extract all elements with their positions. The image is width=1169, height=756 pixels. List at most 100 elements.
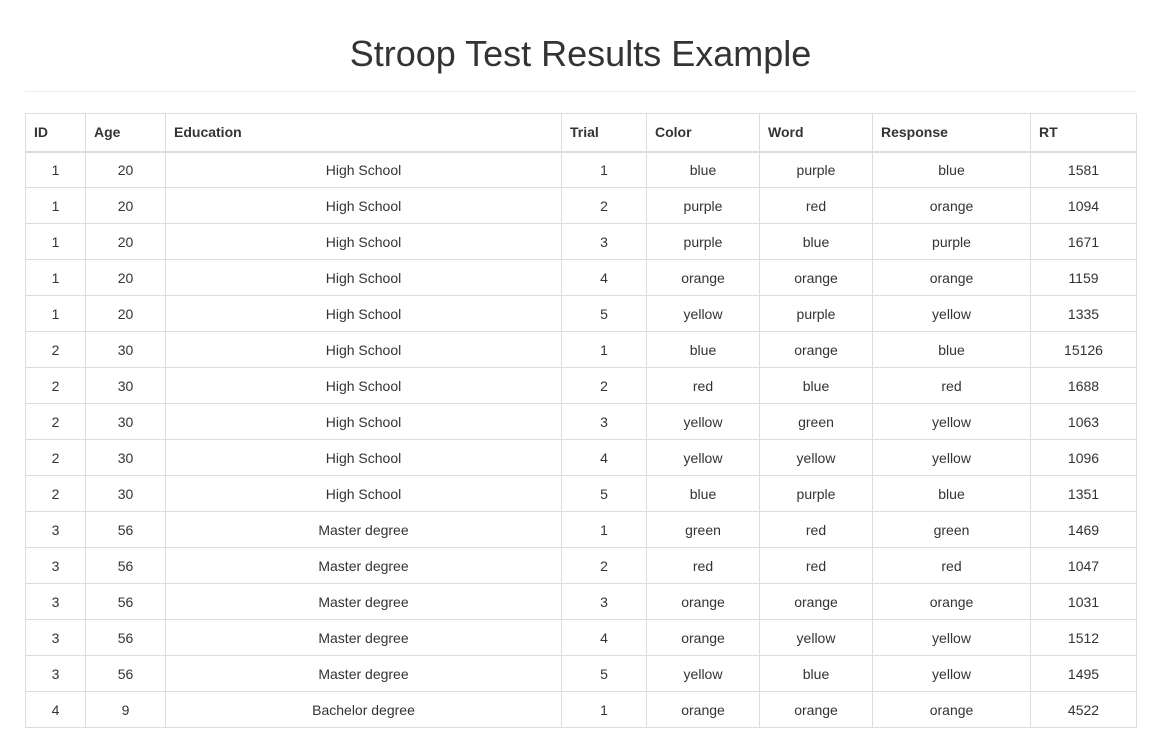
cell-trial: 3 <box>561 403 647 440</box>
table-row: 3 56 Master degree 5 yellow blue yellow 1495 <box>25 655 1137 692</box>
cell-color: orange <box>646 691 760 728</box>
cell-rt: 1581 <box>1030 151 1137 188</box>
cell-word: orange <box>759 691 873 728</box>
cell-color: orange <box>646 619 760 656</box>
cell-age: 56 <box>85 583 166 620</box>
table-header: ID Age Education Trial Color Word Respon… <box>25 113 1137 153</box>
cell-age: 56 <box>85 619 166 656</box>
cell-word: purple <box>759 295 873 332</box>
cell-id: 3 <box>25 547 86 584</box>
cell-rt: 1671 <box>1030 223 1137 260</box>
cell-education: Master degree <box>165 511 562 548</box>
cell-education: Bachelor degree <box>165 691 562 728</box>
cell-id: 2 <box>25 475 86 512</box>
cell-id: 2 <box>25 331 86 368</box>
cell-id: 3 <box>25 619 86 656</box>
cell-education: High School <box>165 475 562 512</box>
cell-response: orange <box>872 583 1031 620</box>
cell-trial: 4 <box>561 439 647 476</box>
table-row: 1 20 High School 5 yellow purple yellow 1335 <box>25 295 1137 332</box>
column-header-color: Color <box>646 113 760 153</box>
cell-color: yellow <box>646 295 760 332</box>
cell-id: 3 <box>25 511 86 548</box>
table-row: 4 9 Bachelor degree 1 orange orange orange 4522 <box>25 691 1137 728</box>
cell-response: green <box>872 511 1031 548</box>
cell-id: 2 <box>25 367 86 404</box>
cell-age: 30 <box>85 331 166 368</box>
table-row: 1 20 High School 3 purple blue purple 1671 <box>25 223 1137 260</box>
cell-rt: 1159 <box>1030 259 1137 296</box>
cell-color: yellow <box>646 655 760 692</box>
table-row: 2 30 High School 5 blue purple blue 1351 <box>25 475 1137 512</box>
cell-age: 20 <box>85 223 166 260</box>
cell-word: yellow <box>759 439 873 476</box>
cell-color: red <box>646 367 760 404</box>
cell-color: orange <box>646 259 760 296</box>
cell-id: 2 <box>25 439 86 476</box>
cell-trial: 5 <box>561 475 647 512</box>
column-header-id: ID <box>25 113 86 153</box>
column-header-rt: RT <box>1030 113 1137 153</box>
cell-age: 30 <box>85 439 166 476</box>
cell-word: red <box>759 547 873 584</box>
cell-rt: 1351 <box>1030 475 1137 512</box>
cell-word: orange <box>759 259 873 296</box>
cell-word: orange <box>759 583 873 620</box>
cell-trial: 2 <box>561 367 647 404</box>
column-header-word: Word <box>759 113 873 153</box>
table-row: 2 30 High School 1 blue orange blue 15126 <box>25 331 1137 368</box>
cell-color: blue <box>646 151 760 188</box>
cell-id: 1 <box>25 295 86 332</box>
cell-id: 1 <box>25 223 86 260</box>
cell-trial: 2 <box>561 187 647 224</box>
cell-rt: 4522 <box>1030 691 1137 728</box>
cell-education: High School <box>165 151 562 188</box>
column-header-response: Response <box>872 113 1031 153</box>
cell-trial: 3 <box>561 223 647 260</box>
table-body: 1 20 High School 1 blue purple blue 1581 1 20 High… <box>25 151 1137 728</box>
cell-color: orange <box>646 583 760 620</box>
cell-rt: 1031 <box>1030 583 1137 620</box>
cell-education: High School <box>165 223 562 260</box>
cell-trial: 1 <box>561 151 647 188</box>
cell-trial: 5 <box>561 655 647 692</box>
cell-rt: 1096 <box>1030 439 1137 476</box>
title-divider <box>25 91 1136 92</box>
cell-age: 20 <box>85 259 166 296</box>
cell-color: yellow <box>646 403 760 440</box>
cell-color: blue <box>646 331 760 368</box>
cell-word: red <box>759 511 873 548</box>
page-title: Stroop Test Results Example <box>349 33 812 74</box>
cell-response: yellow <box>872 403 1031 440</box>
cell-color: green <box>646 511 760 548</box>
cell-trial: 1 <box>561 511 647 548</box>
cell-trial: 5 <box>561 295 647 332</box>
cell-color: red <box>646 547 760 584</box>
cell-education: High School <box>165 187 562 224</box>
cell-response: orange <box>872 187 1031 224</box>
cell-age: 30 <box>85 403 166 440</box>
cell-education: High School <box>165 331 562 368</box>
cell-rt: 1047 <box>1030 547 1137 584</box>
table-row: 3 56 Master degree 4 orange yellow yellow 1512 <box>25 619 1137 656</box>
cell-education: High School <box>165 259 562 296</box>
cell-rt: 1688 <box>1030 367 1137 404</box>
cell-response: purple <box>872 223 1031 260</box>
cell-rt: 1512 <box>1030 619 1137 656</box>
cell-education: High School <box>165 367 562 404</box>
cell-trial: 4 <box>561 619 647 656</box>
table-row: 3 56 Master degree 3 orange orange orange 1031 <box>25 583 1137 620</box>
table-row: 3 56 Master degree 2 red red red 1047 <box>25 547 1137 584</box>
cell-trial: 1 <box>561 691 647 728</box>
cell-rt: 1469 <box>1030 511 1137 548</box>
cell-id: 2 <box>25 403 86 440</box>
cell-id: 1 <box>25 151 86 188</box>
cell-word: blue <box>759 223 873 260</box>
table-row: 2 30 High School 2 red blue red 1688 <box>25 367 1137 404</box>
cell-education: Master degree <box>165 547 562 584</box>
cell-rt: 1335 <box>1030 295 1137 332</box>
cell-age: 30 <box>85 475 166 512</box>
cell-education: Master degree <box>165 655 562 692</box>
cell-id: 3 <box>25 655 86 692</box>
cell-response: blue <box>872 475 1031 512</box>
